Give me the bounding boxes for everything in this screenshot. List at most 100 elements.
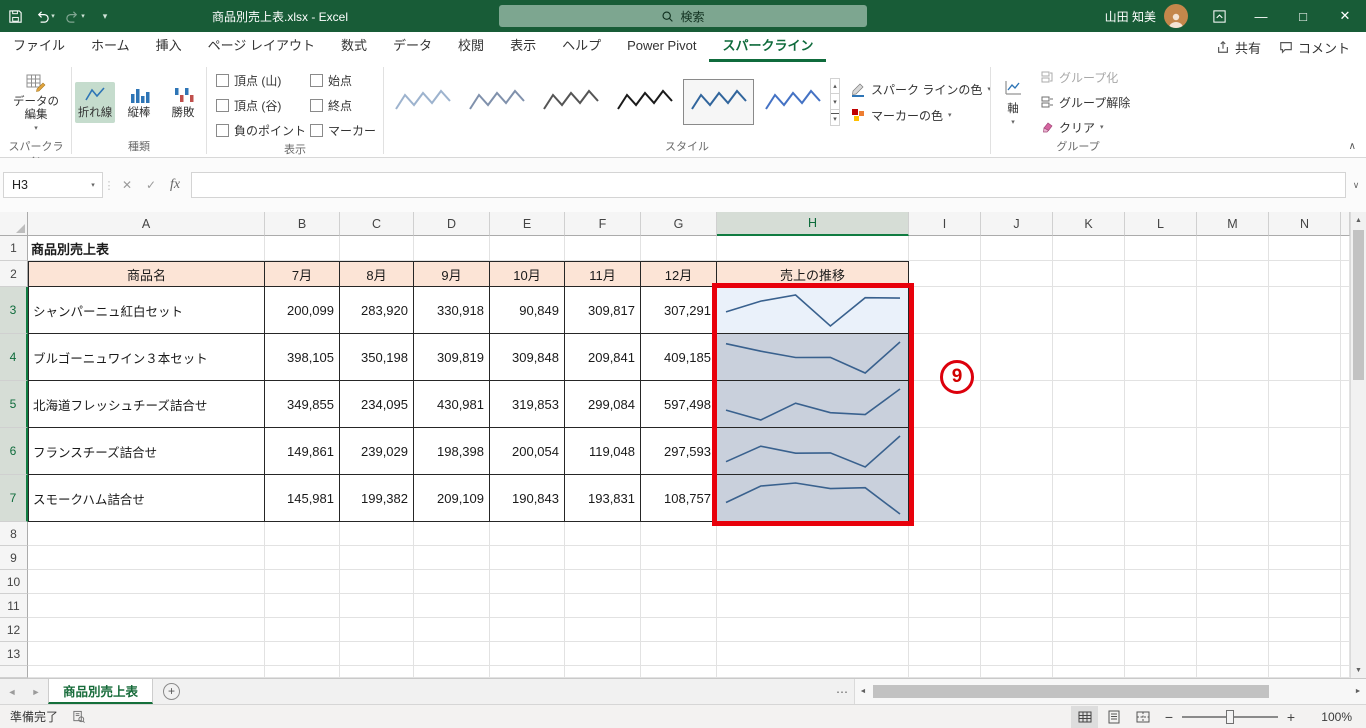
- cell-F11[interactable]: [565, 594, 641, 618]
- cell-D2[interactable]: 9月: [414, 261, 490, 287]
- cell-E1[interactable]: [490, 236, 565, 261]
- cell-N4[interactable]: [1269, 334, 1341, 381]
- row-header-2[interactable]: 2: [0, 261, 28, 287]
- sheet-nav-prev-button[interactable]: ◄: [0, 679, 24, 704]
- cell-C12[interactable]: [340, 618, 414, 642]
- gallery-down-button[interactable]: ▾: [830, 94, 840, 110]
- column-header-F[interactable]: F: [565, 212, 641, 236]
- column-header-N[interactable]: N: [1269, 212, 1341, 236]
- edit-data-button[interactable]: データの編集 ▾: [6, 69, 66, 135]
- show-option-low-point[interactable]: 頂点 (谷): [216, 97, 310, 114]
- cell-N9[interactable]: [1269, 546, 1341, 570]
- zoom-out-button[interactable]: −: [1158, 709, 1180, 725]
- cell-C8[interactable]: [340, 522, 414, 546]
- cell-A10[interactable]: [28, 570, 265, 594]
- cell-G4[interactable]: 409,185: [641, 334, 717, 381]
- cell-D11[interactable]: [414, 594, 490, 618]
- column-header-B[interactable]: B: [265, 212, 340, 236]
- cell-L6[interactable]: [1125, 428, 1197, 475]
- cell-M5[interactable]: [1197, 381, 1269, 428]
- ribbon-display-options-button[interactable]: [1198, 0, 1240, 32]
- row-header-11[interactable]: 11: [0, 594, 28, 618]
- cell-C6[interactable]: 239,029: [340, 428, 414, 475]
- cell-K8[interactable]: [1053, 522, 1125, 546]
- name-box-dropdown-icon[interactable]: ▾: [84, 181, 102, 189]
- cell-N10[interactable]: [1269, 570, 1341, 594]
- cell-G5[interactable]: 597,498: [641, 381, 717, 428]
- cell-F7[interactable]: 193,831: [565, 475, 641, 522]
- column-header-J[interactable]: J: [981, 212, 1053, 236]
- cell-C4[interactable]: 350,198: [340, 334, 414, 381]
- cell-N11[interactable]: [1269, 594, 1341, 618]
- cell-J5[interactable]: [981, 381, 1053, 428]
- scroll-left-icon[interactable]: ◄: [855, 679, 871, 704]
- collapse-ribbon-button[interactable]: ∧: [1349, 141, 1356, 152]
- cell-M2[interactable]: [1197, 261, 1269, 287]
- cell-M10[interactable]: [1197, 570, 1269, 594]
- cell-N8[interactable]: [1269, 522, 1341, 546]
- cell-K11[interactable]: [1053, 594, 1125, 618]
- cell-G13[interactable]: [641, 642, 717, 666]
- cell-B8[interactable]: [265, 522, 340, 546]
- sparkline-color-button[interactable]: スパーク ラインの色 ▾: [850, 81, 991, 98]
- cell-K10[interactable]: [1053, 570, 1125, 594]
- cell-B11[interactable]: [265, 594, 340, 618]
- cell-D13[interactable]: [414, 642, 490, 666]
- cell-E11[interactable]: [490, 594, 565, 618]
- column-header-M[interactable]: M: [1197, 212, 1269, 236]
- cell-F13[interactable]: [565, 642, 641, 666]
- cell-I9[interactable]: [909, 546, 981, 570]
- cell-A1[interactable]: 商品別売上表: [28, 236, 265, 261]
- cell-E3[interactable]: 90,849: [490, 287, 565, 334]
- cell-F5[interactable]: 299,084: [565, 381, 641, 428]
- cell-C1[interactable]: [340, 236, 414, 261]
- column-header-K[interactable]: K: [1053, 212, 1125, 236]
- cell-K9[interactable]: [1053, 546, 1125, 570]
- cell-B9[interactable]: [265, 546, 340, 570]
- sparkline-type-line-button[interactable]: 折れ線: [75, 81, 115, 123]
- ribbon-tab-insert[interactable]: 挿入: [143, 32, 195, 62]
- cell-F2[interactable]: 11月: [565, 261, 641, 287]
- ribbon-tab-sparkline[interactable]: スパークライン: [709, 32, 827, 62]
- cell-N13[interactable]: [1269, 642, 1341, 666]
- cell-L8[interactable]: [1125, 522, 1197, 546]
- scroll-up-icon[interactable]: ▲: [1351, 212, 1366, 228]
- cell-A5[interactable]: 北海道フレッシュチーズ詰合せ: [28, 381, 265, 428]
- column-header-L[interactable]: L: [1125, 212, 1197, 236]
- cell-D10[interactable]: [414, 570, 490, 594]
- cell-J11[interactable]: [981, 594, 1053, 618]
- cell-C2[interactable]: 8月: [340, 261, 414, 287]
- cell-H6[interactable]: [717, 428, 909, 475]
- row-header-4[interactable]: 4: [0, 334, 28, 381]
- avatar[interactable]: [1164, 4, 1188, 28]
- cell-B6[interactable]: 149,861: [265, 428, 340, 475]
- cell-H10[interactable]: [717, 570, 909, 594]
- cell-E5[interactable]: 319,853: [490, 381, 565, 428]
- ribbon-tab-review[interactable]: 校閲: [445, 32, 497, 62]
- zoom-thumb[interactable]: [1226, 709, 1234, 724]
- row-header-5[interactable]: 5: [0, 381, 28, 428]
- cell-A11[interactable]: [28, 594, 265, 618]
- cancel-formula-button[interactable]: ✕: [115, 172, 139, 198]
- sparkline-style-2[interactable]: [461, 79, 532, 125]
- cell-B5[interactable]: 349,855: [265, 381, 340, 428]
- cell-B2[interactable]: 7月: [265, 261, 340, 287]
- cell-K13[interactable]: [1053, 642, 1125, 666]
- view-normal-button[interactable]: [1071, 705, 1098, 728]
- cell-A4[interactable]: ブルゴーニュワイン３本セット: [28, 334, 265, 381]
- cell-M9[interactable]: [1197, 546, 1269, 570]
- cell-J6[interactable]: [981, 428, 1053, 475]
- sparkline-style-6[interactable]: [757, 79, 828, 125]
- cell-E8[interactable]: [490, 522, 565, 546]
- cell-M7[interactable]: [1197, 475, 1269, 522]
- cell-H13[interactable]: [717, 642, 909, 666]
- cell-L5[interactable]: [1125, 381, 1197, 428]
- cell-M11[interactable]: [1197, 594, 1269, 618]
- sheet-nav-next-button[interactable]: ►: [24, 679, 48, 704]
- ribbon-tab-data[interactable]: データ: [380, 32, 445, 62]
- ribbon-tab-view[interactable]: 表示: [497, 32, 549, 62]
- vertical-scroll-thumb[interactable]: [1353, 230, 1364, 380]
- column-header-D[interactable]: D: [414, 212, 490, 236]
- cell-C10[interactable]: [340, 570, 414, 594]
- cell-L13[interactable]: [1125, 642, 1197, 666]
